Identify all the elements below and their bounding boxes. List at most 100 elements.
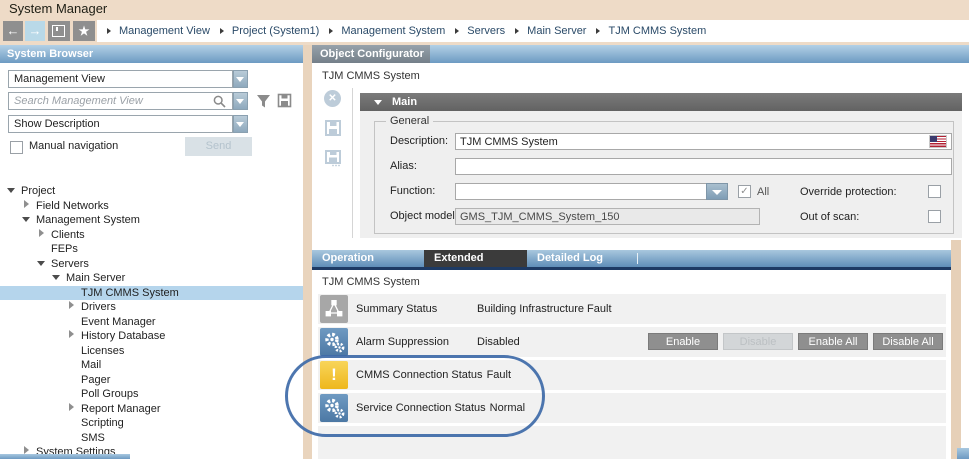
- tree-item-label: Field Networks: [36, 200, 109, 212]
- tree-item-report-manager[interactable]: Report Manager: [0, 402, 303, 417]
- tab-detailed-log[interactable]: Detailed Log: [527, 250, 637, 267]
- expanded-arrow-icon[interactable]: [36, 258, 49, 268]
- tree-item-drivers[interactable]: Drivers: [0, 300, 303, 315]
- function-field[interactable]: [455, 183, 728, 200]
- disable-all-button[interactable]: Disable All: [873, 333, 943, 350]
- disable-button[interactable]: Disable: [723, 333, 793, 350]
- tree-item-main-server[interactable]: Main Server: [0, 271, 303, 286]
- discard-changes-button[interactable]: ✕: [324, 90, 341, 107]
- expanded-arrow-icon[interactable]: [6, 185, 19, 195]
- window-title: System Manager: [9, 1, 107, 16]
- breadcrumb-item-management-view[interactable]: Management View: [119, 25, 210, 37]
- tree-indent: [66, 359, 79, 369]
- tree-indent: [66, 374, 79, 384]
- save-as-button[interactable]: [324, 149, 342, 167]
- tree-item-event-manager[interactable]: Event Manager: [0, 315, 303, 330]
- tree-item-servers[interactable]: Servers: [0, 257, 303, 272]
- description-mode-selector[interactable]: Show Description: [8, 115, 233, 133]
- breadcrumb-item-servers[interactable]: Servers: [467, 25, 505, 37]
- alarm-suppression-buttons: Enable Disable Enable All Disable All: [648, 333, 943, 350]
- tree-item-label: Scripting: [81, 417, 124, 429]
- description-field[interactable]: [455, 133, 952, 150]
- tree-item-pager[interactable]: Pager: [0, 373, 303, 388]
- tree-item-label: SMS: [81, 432, 105, 444]
- tab-separator: [637, 253, 638, 264]
- expanded-arrow-icon[interactable]: [21, 214, 34, 224]
- gears-icon: [320, 328, 348, 356]
- tab-operation[interactable]: Operation: [312, 250, 424, 267]
- search-dropdown-button[interactable]: [233, 92, 248, 110]
- tab-extended-operation[interactable]: Extended Operation: [424, 250, 527, 267]
- system-manager-window: System Manager ← → ★ Management View Proj…: [0, 0, 969, 459]
- description-mode-dropdown-button[interactable]: [233, 115, 248, 133]
- object-configurator-tab[interactable]: Object Configurator: [312, 45, 430, 63]
- manual-navigation-checkbox[interactable]: [10, 141, 23, 154]
- tree-item-scripting[interactable]: Scripting: [0, 416, 303, 431]
- status-row-alarm-suppression: Alarm SuppressionDisabledEnableDisableEn…: [318, 327, 946, 357]
- history-button[interactable]: [48, 21, 70, 41]
- function-dropdown-button[interactable]: [706, 183, 728, 200]
- tree-indent: [66, 345, 79, 355]
- tree-item-tjm-cmms-system[interactable]: TJM CMMS System: [0, 286, 303, 301]
- all-checkbox[interactable]: ✓: [738, 185, 751, 198]
- tree-item-project[interactable]: Project: [0, 184, 303, 199]
- alias-field[interactable]: [455, 158, 952, 175]
- enable-all-button[interactable]: Enable All: [798, 333, 868, 350]
- object-model-field: [455, 208, 760, 225]
- tree-item-label: Drivers: [81, 301, 116, 313]
- close-icon: ✕: [328, 93, 336, 104]
- tree-item-poll-groups[interactable]: Poll Groups: [0, 387, 303, 402]
- filter-funnel-icon[interactable]: [256, 94, 271, 109]
- status-value: Disabled: [477, 336, 520, 348]
- override-protection-checkbox[interactable]: [928, 185, 941, 198]
- breadcrumb-item-project-system1[interactable]: Project (System1): [232, 25, 319, 37]
- check-icon: ✓: [740, 186, 748, 197]
- send-button[interactable]: Send: [185, 137, 252, 156]
- collapsed-arrow-icon[interactable]: [66, 301, 79, 311]
- view-selector[interactable]: Management View: [8, 70, 233, 88]
- search-icon: [213, 95, 226, 108]
- tree-indent: [36, 243, 49, 253]
- save-button[interactable]: [324, 119, 342, 137]
- breadcrumb-item-main-server[interactable]: Main Server: [527, 25, 586, 37]
- collapsed-arrow-icon[interactable]: [66, 403, 79, 413]
- breadcrumb-separator-icon: [107, 28, 111, 34]
- favorites-button[interactable]: ★: [73, 21, 95, 41]
- collapsed-arrow-icon[interactable]: [66, 330, 79, 340]
- tree-item-feps[interactable]: FEPs: [0, 242, 303, 257]
- back-button[interactable]: ←: [3, 21, 23, 41]
- expanded-arrow-icon[interactable]: [51, 272, 64, 282]
- general-group-label: General: [386, 115, 433, 127]
- tree-item-mail[interactable]: Mail: [0, 358, 303, 373]
- tree-item-label: Management System: [36, 214, 140, 226]
- tree-item-history-database[interactable]: History Database: [0, 329, 303, 344]
- tree-item-field-networks[interactable]: Field Networks: [0, 199, 303, 214]
- tree-item-licenses[interactable]: Licenses: [0, 344, 303, 359]
- save-filter-icon[interactable]: [277, 93, 292, 108]
- collapsed-arrow-icon[interactable]: [21, 200, 34, 210]
- breadcrumb-item-management-system[interactable]: Management System: [341, 25, 445, 37]
- breadcrumb-item-tjm-cmms-system[interactable]: TJM CMMS System: [608, 25, 706, 37]
- all-checkbox-label: All: [757, 186, 769, 198]
- operation-tabbar: Operation Extended Operation Detailed Lo…: [312, 250, 952, 270]
- forward-button[interactable]: →: [25, 21, 45, 41]
- system-browser-panel: System Browser Management View Show Desc…: [0, 45, 303, 459]
- star-icon: ★: [79, 24, 90, 38]
- view-selector-dropdown-button[interactable]: [233, 70, 248, 88]
- out-of-scan-label: Out of scan:: [800, 211, 859, 223]
- tree-item-label: History Database: [81, 330, 165, 342]
- main-section-header[interactable]: Main: [360, 93, 962, 111]
- tree-item-label: FEPs: [51, 243, 78, 255]
- right-edge-strip: [951, 240, 961, 459]
- search-input[interactable]: [8, 92, 233, 110]
- out-of-scan-checkbox[interactable]: [928, 210, 941, 223]
- tree-item-clients[interactable]: Clients: [0, 228, 303, 243]
- tree-indent: [66, 316, 79, 326]
- collapsed-arrow-icon[interactable]: [36, 229, 49, 239]
- enable-button[interactable]: Enable: [648, 333, 718, 350]
- manual-navigation-label: Manual navigation: [29, 140, 118, 152]
- tree-item-management-system[interactable]: Management System: [0, 213, 303, 228]
- function-label: Function:: [390, 183, 435, 200]
- tree-item-sms[interactable]: SMS: [0, 431, 303, 446]
- title-bar: System Manager: [0, 0, 969, 18]
